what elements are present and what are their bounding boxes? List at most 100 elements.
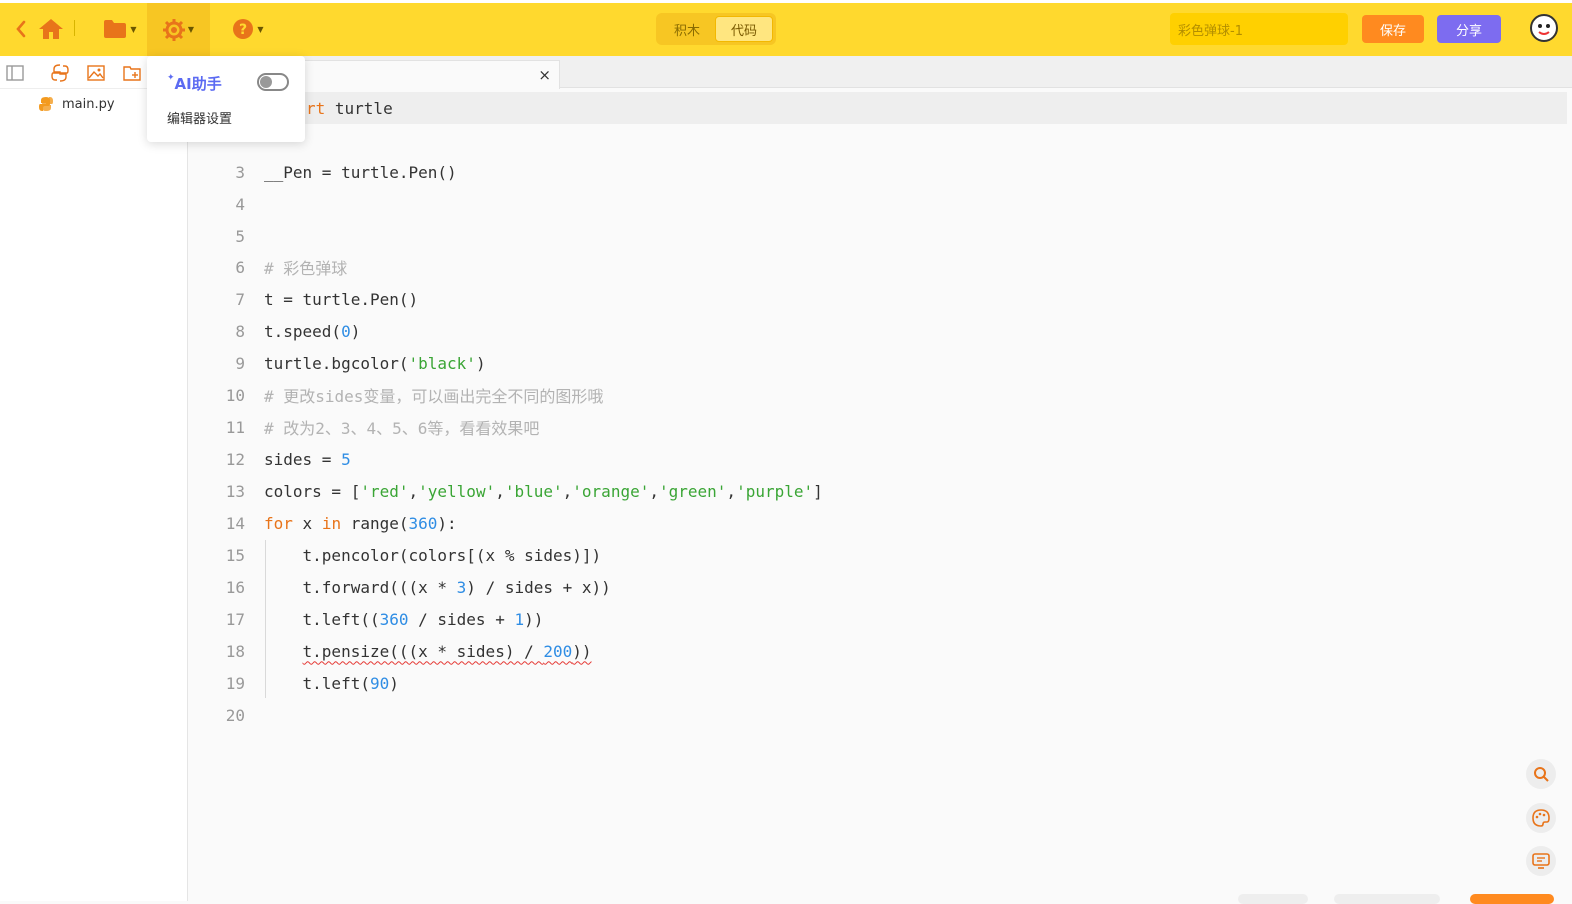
file-explorer — [0, 56, 188, 901]
code-line[interactable]: 12 sides = 5 — [189, 443, 1567, 475]
help-menu-button[interactable]: ? ▼ — [228, 16, 268, 42]
line-number: 10 — [225, 385, 245, 405]
code-line[interactable]: 18 t.pensize(((x * sides) / 200)) — [189, 635, 1567, 667]
code-text: # 改为2、3、4、5、6等，看看效果吧 — [264, 419, 540, 438]
sidebar-toggle-icon — [6, 65, 24, 81]
bottom-control[interactable] — [1334, 894, 1440, 904]
code-line[interactable]: rt turtle — [189, 92, 1567, 124]
line-number: 4 — [235, 194, 245, 214]
share-button[interactable]: 分享 — [1437, 15, 1501, 43]
code-line[interactable]: 4 — [189, 188, 1567, 220]
sparkle-icon: ✦ — [167, 73, 175, 83]
line-number: 18 — [225, 641, 245, 661]
sidebar-toggle-button[interactable] — [5, 63, 25, 83]
image-icon — [87, 65, 105, 81]
svg-text:?: ? — [239, 22, 247, 38]
code-text: t = turtle.Pen() — [264, 289, 419, 309]
code-text: __Pen = turtle.Pen() — [264, 162, 457, 182]
upload-image-button[interactable] — [86, 63, 106, 83]
line-number: 15 — [225, 545, 245, 565]
code-line[interactable]: 13 colors = ['red','yellow','blue','orang… — [189, 475, 1567, 507]
code-text: turtle.bgcolor('black') — [264, 353, 486, 373]
help-icon: ? — [233, 19, 254, 39]
mode-switch: 积木 代码 — [656, 13, 776, 45]
code-line[interactable]: 20 — [189, 699, 1567, 731]
code-text: t.speed(0) — [264, 321, 361, 341]
code-text: t.pencolor(colors[(x % sides)]) — [264, 545, 602, 565]
palette-icon — [1532, 809, 1550, 827]
line-number: 17 — [225, 609, 245, 629]
code-line[interactable]: 5 — [189, 220, 1567, 252]
new-folder-button[interactable] — [122, 63, 142, 83]
avatar[interactable] — [1530, 14, 1558, 42]
theme-button[interactable] — [1526, 803, 1556, 833]
line-number: 5 — [235, 226, 245, 246]
mode-code-button[interactable]: 代码 — [715, 16, 773, 42]
back-button[interactable] — [12, 18, 30, 40]
ai-assistant-label[interactable]: ✦AI助手 — [167, 73, 222, 94]
code-line[interactable]: 7 t = turtle.Pen() — [189, 283, 1567, 315]
chevron-down-icon: ▼ — [187, 25, 195, 34]
ai-assistant-toggle[interactable] — [257, 73, 289, 91]
code-line[interactable]: 9 turtle.bgcolor('black') — [189, 347, 1567, 379]
line-number: 19 — [225, 673, 245, 693]
folder-icon — [104, 20, 127, 38]
settings-menu-button[interactable]: ▼ — [147, 3, 210, 56]
search-button[interactable] — [1526, 759, 1556, 789]
code-text: t.left(90) — [264, 673, 399, 693]
run-button[interactable] — [1470, 894, 1554, 904]
line-number: 12 — [225, 449, 245, 469]
line-number: 16 — [225, 577, 245, 597]
code-line[interactable]: 16 t.forward(((x * 3) / sides + x)) — [189, 571, 1567, 603]
indent-guide — [265, 540, 266, 698]
top-toolbar: ▼ ▼ ? ▼ 积木 代码 保存 分享 — [0, 0, 1572, 56]
code-line[interactable]: 17 t.left((360 / sides + 1)) — [189, 603, 1567, 635]
code-text: t.pensize(((x * sides) / 200)) — [302, 641, 592, 661]
python-file-icon — [51, 64, 69, 82]
code-line[interactable]: 10 # 更改sides变量，可以画出完全不同的图形哦 — [189, 379, 1567, 411]
code-line[interactable]: 14 for x in range(360): — [189, 507, 1567, 539]
output-button[interactable] — [1526, 846, 1556, 876]
line-number: 9 — [235, 353, 245, 373]
mode-blocks-button[interactable]: 积木 — [659, 16, 715, 42]
chevron-down-icon: ▼ — [257, 24, 264, 34]
toggle-knob — [260, 76, 272, 88]
code-text: # 彩色弹球 — [264, 259, 348, 278]
close-icon[interactable]: × — [538, 66, 551, 84]
save-button[interactable]: 保存 — [1362, 15, 1424, 43]
search-icon — [1534, 767, 1549, 782]
chevron-down-icon: ▼ — [130, 24, 137, 34]
gear-icon — [162, 18, 185, 41]
file-name: main.py — [62, 96, 115, 112]
code-line[interactable]: 15 t.pencolor(colors[(x % sides)]) — [189, 539, 1567, 571]
code-line[interactable]: 6 # 彩色弹球 — [189, 251, 1567, 283]
tab-main-py[interactable]: × — [304, 60, 560, 89]
toolbar-divider — [74, 20, 75, 36]
line-number: 7 — [235, 289, 245, 309]
code-line[interactable]: 8 t.speed(0) — [189, 315, 1567, 347]
code-text: for x in range(360): — [264, 513, 457, 533]
project-name-input[interactable] — [1170, 13, 1348, 45]
python-file-icon — [39, 97, 53, 111]
line-number: 11 — [225, 417, 245, 437]
code-text: colors = ['red','yellow','blue','orange'… — [264, 481, 823, 501]
line-number: 13 — [225, 481, 245, 501]
code-line[interactable]: 11 # 改为2、3、4、5、6等，看看效果吧 — [189, 411, 1567, 443]
bottom-control[interactable] — [1238, 894, 1308, 904]
line-number: 6 — [235, 257, 245, 277]
new-python-file-button[interactable] — [50, 63, 70, 83]
file-menu-button[interactable]: ▼ — [100, 16, 140, 42]
editor-settings-item[interactable]: 编辑器设置 — [167, 108, 232, 127]
home-button[interactable] — [36, 16, 66, 42]
monitor-icon — [1532, 853, 1550, 869]
file-item-main-py[interactable]: main.py — [38, 96, 115, 112]
code-text: rt turtle — [306, 98, 393, 118]
code-line[interactable]: 19 t.left(90) — [189, 667, 1567, 699]
code-line[interactable]: 3 __Pen = turtle.Pen() — [189, 156, 1567, 188]
line-number: 14 — [225, 513, 245, 533]
code-text: t.forward(((x * 3) / sides + x)) — [264, 577, 611, 597]
avatar-icon — [1533, 17, 1555, 39]
editor-tab-strip: × — [189, 56, 1572, 89]
code-text: sides = 5 — [264, 449, 351, 469]
top-strip — [0, 0, 1572, 3]
